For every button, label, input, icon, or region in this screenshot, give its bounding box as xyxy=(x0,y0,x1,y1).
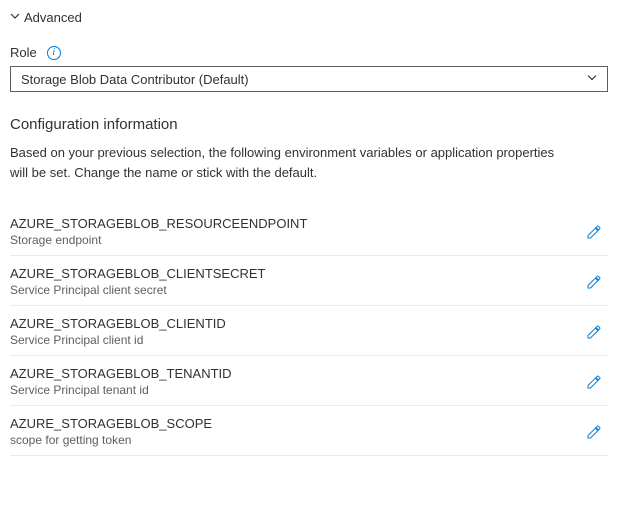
role-select[interactable]: Storage Blob Data Contributor (Default) xyxy=(10,66,608,92)
variable-name: AZURE_STORAGEBLOB_CLIENTID xyxy=(10,316,580,331)
chevron-down-icon xyxy=(10,11,20,24)
role-label: Role xyxy=(10,45,37,60)
variable-row: AZURE_STORAGEBLOB_CLIENTSECRET Service Pr… xyxy=(10,256,608,306)
variable-info: AZURE_STORAGEBLOB_RESOURCEENDPOINT Storag… xyxy=(10,216,580,247)
edit-button[interactable] xyxy=(580,318,608,346)
advanced-section-toggle[interactable]: Advanced xyxy=(10,10,608,25)
variable-description: Service Principal client secret xyxy=(10,283,580,297)
variable-description: scope for getting token xyxy=(10,433,580,447)
variable-info: AZURE_STORAGEBLOB_CLIENTID Service Princi… xyxy=(10,316,580,347)
variable-row: AZURE_STORAGEBLOB_CLIENTID Service Princi… xyxy=(10,306,608,356)
variable-name: AZURE_STORAGEBLOB_RESOURCEENDPOINT xyxy=(10,216,580,231)
section-title: Advanced xyxy=(24,10,82,25)
variable-description: Storage endpoint xyxy=(10,233,580,247)
pencil-icon xyxy=(586,324,602,340)
variable-description: Service Principal tenant id xyxy=(10,383,580,397)
variable-name: AZURE_STORAGEBLOB_SCOPE xyxy=(10,416,580,431)
variable-row: AZURE_STORAGEBLOB_SCOPEscope for getting… xyxy=(10,406,608,456)
edit-button[interactable] xyxy=(580,368,608,396)
pencil-icon xyxy=(586,424,602,440)
config-description: Based on your previous selection, the fo… xyxy=(10,143,570,182)
variable-description: Service Principal client id xyxy=(10,333,580,347)
variable-info: AZURE_STORAGEBLOB_TENANTID Service Princi… xyxy=(10,366,580,397)
variable-name: AZURE_STORAGEBLOB_TENANTID xyxy=(10,366,580,381)
variable-info: AZURE_STORAGEBLOB_CLIENTSECRET Service Pr… xyxy=(10,266,580,297)
edit-button[interactable] xyxy=(580,218,608,246)
pencil-icon xyxy=(586,374,602,390)
pencil-icon xyxy=(586,224,602,240)
variable-row: AZURE_STORAGEBLOB_RESOURCEENDPOINT Storag… xyxy=(10,206,608,256)
role-select-value: Storage Blob Data Contributor (Default) xyxy=(21,72,249,87)
role-label-row: Role i xyxy=(10,45,608,60)
variable-name: AZURE_STORAGEBLOB_CLIENTSECRET xyxy=(10,266,580,281)
edit-button[interactable] xyxy=(580,418,608,446)
edit-button[interactable] xyxy=(580,268,608,296)
variable-info: AZURE_STORAGEBLOB_SCOPEscope for getting… xyxy=(10,416,580,447)
pencil-icon xyxy=(586,274,602,290)
config-heading: Configuration information xyxy=(10,116,608,133)
info-icon[interactable]: i xyxy=(47,46,61,60)
variable-row: AZURE_STORAGEBLOB_TENANTID Service Princi… xyxy=(10,356,608,406)
